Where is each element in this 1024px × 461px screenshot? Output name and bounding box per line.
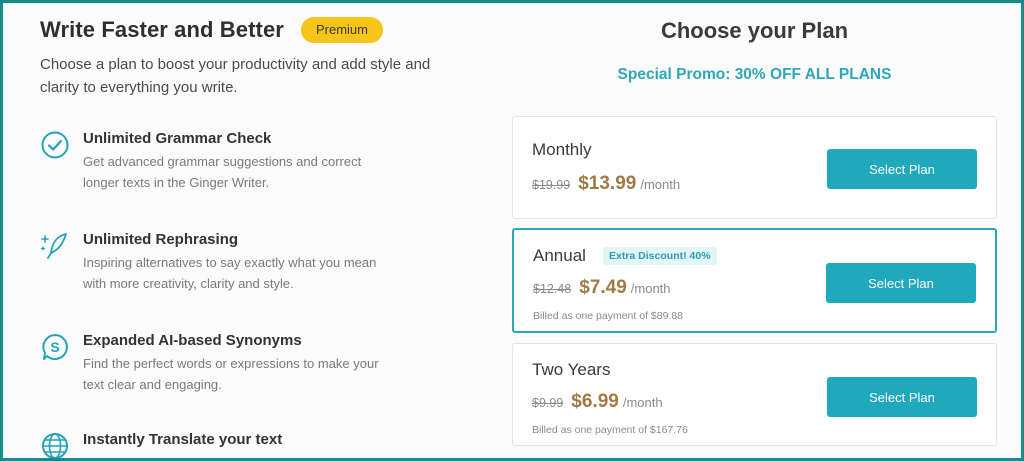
- current-price: $13.99: [578, 173, 637, 194]
- billing-note: Billed as one payment of $89.88: [533, 310, 684, 322]
- feature-title: Unlimited Rephrasing: [83, 231, 239, 248]
- plan-name: Annual: [533, 246, 586, 265]
- extra-discount-badge: Extra Discount! 40%: [603, 247, 717, 265]
- plan-pricing: $12.48 $7.49 /month: [533, 277, 671, 299]
- feature-description: Inspiring alternatives to say exactly wh…: [83, 255, 377, 291]
- page-frame: Write Faster and Better Premium Choose a…: [0, 0, 1024, 461]
- feature-title: Instantly Translate your text: [83, 431, 283, 448]
- price-period: /month: [630, 281, 671, 296]
- billing-note: Billed as one payment of $167.76: [532, 424, 688, 436]
- old-price: $19.99: [532, 178, 571, 192]
- features-panel: Write Faster and Better Premium Choose a…: [40, 17, 460, 458]
- headline: Write Faster and Better: [40, 17, 284, 42]
- headline-row: Write Faster and Better Premium: [40, 17, 460, 43]
- plan-pricing: $9.99 $6.99 /month: [532, 391, 663, 413]
- plans-title: Choose your Plan: [660, 18, 849, 43]
- old-price: $9.99: [532, 396, 564, 410]
- current-price: $7.49: [579, 277, 627, 298]
- select-plan-button[interactable]: Select Plan: [827, 377, 977, 417]
- current-price: $6.99: [571, 391, 619, 412]
- check-circle-icon: [40, 130, 70, 160]
- feature-description: Find the perfect words or expressions to…: [83, 356, 379, 392]
- select-plan-button[interactable]: Select Plan: [826, 263, 976, 303]
- plan-card-monthly[interactable]: Monthly $19.99 $13.99 /month Select Plan: [512, 116, 997, 219]
- sparkle-feather-icon: [40, 231, 70, 261]
- feature-title: Unlimited Grammar Check: [83, 130, 272, 147]
- feature-title: Expanded AI-based Synonyms: [83, 332, 302, 349]
- feature-description: Get advanced grammar suggestions and cor…: [83, 154, 362, 190]
- plan-pricing: $19.99 $13.99 /month: [532, 173, 680, 195]
- promo-text: Special Promo: 30% OFF ALL PLANS: [617, 66, 892, 83]
- svg-text:S: S: [50, 339, 59, 355]
- select-plan-button[interactable]: Select Plan: [827, 149, 977, 189]
- globe-icon: [40, 431, 70, 458]
- price-period: /month: [622, 395, 663, 410]
- plan-card-two-years[interactable]: Two Years $9.99 $6.99 /month Billed as o…: [512, 343, 997, 446]
- price-period: /month: [640, 177, 681, 192]
- plan-name: Monthly: [532, 140, 592, 159]
- plan-name: Two Years: [532, 360, 611, 379]
- plan-card-annual[interactable]: Annual Extra Discount! 40% $12.48 $7.49 …: [512, 228, 997, 333]
- synonyms-s-bubble-icon: S: [40, 332, 70, 362]
- old-price: $12.48: [533, 282, 572, 296]
- subtitle: Choose a plan to boost your productivity…: [40, 56, 431, 96]
- premium-badge: Premium: [300, 17, 383, 43]
